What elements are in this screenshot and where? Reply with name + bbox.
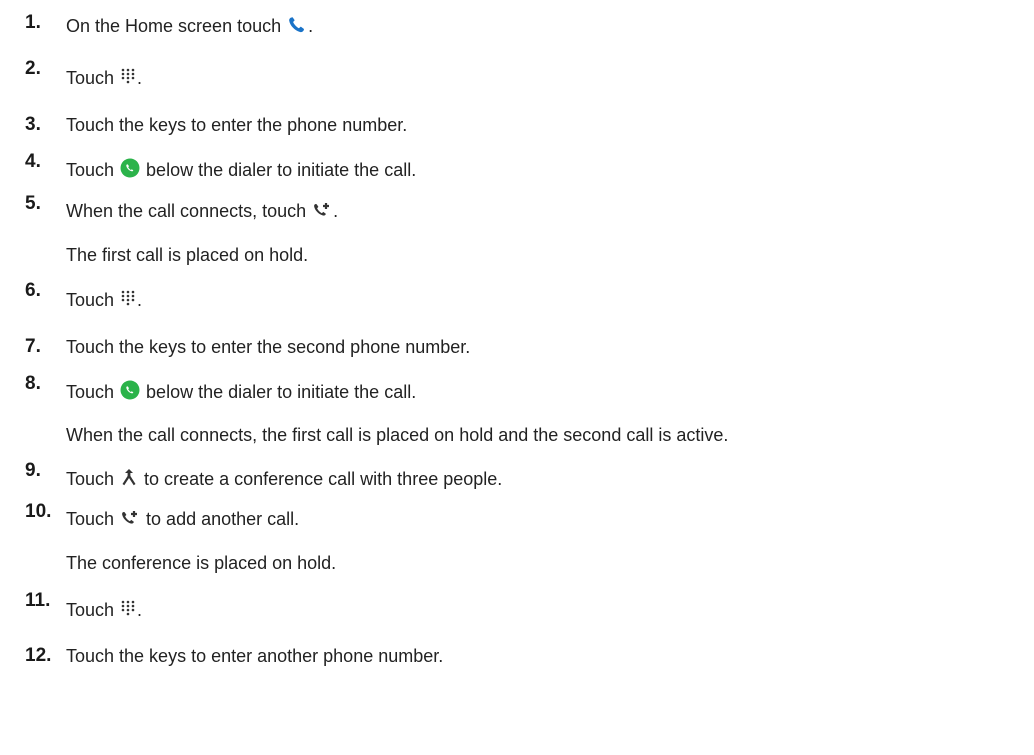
step-number: 10.	[25, 501, 52, 522]
step-text-after: .	[137, 290, 143, 310]
step-text-before: Touch	[66, 160, 120, 180]
step-text-after: below the dialer to initiate the call.	[141, 160, 417, 180]
step-5: 5. When the call connects, touch .	[0, 193, 1034, 233]
step-text-before: On the Home screen touch	[66, 16, 287, 36]
step-text-before: Touch	[66, 382, 120, 402]
step-number: 7.	[25, 336, 41, 357]
step-text: Touch .	[66, 67, 142, 91]
step-7: 7. Touch the keys to enter the second ph…	[0, 336, 1034, 376]
step-number: 8.	[25, 373, 41, 394]
step-9: 9. Touch to create a conference call wit…	[0, 460, 1034, 500]
step-text-after: to create a conference call with three p…	[139, 469, 503, 489]
step-10: 10. Touch to add another call.	[0, 501, 1034, 541]
step-text-after: .	[137, 600, 143, 620]
step-text-after: .	[308, 16, 314, 36]
add-call-icon	[120, 509, 140, 532]
note-text: The first call is placed on hold.	[66, 245, 309, 265]
step-text-before: Touch	[66, 290, 120, 310]
step-text-before: Touch	[66, 68, 120, 88]
step-text: Touch below the dialer to initiate the c…	[66, 158, 416, 183]
green-call-button-icon	[120, 380, 140, 405]
step-text-after: below the dialer to initiate the call.	[141, 382, 417, 402]
green-call-button-icon	[120, 158, 140, 183]
step-text: Touch .	[66, 289, 142, 313]
step-text-before: Touch	[66, 469, 120, 489]
step-text-after: to add another call.	[141, 509, 300, 529]
step-text-before: When the call connects, touch	[66, 201, 312, 221]
step-text: Touch the keys to enter the second phone…	[66, 337, 471, 357]
step-2: 2. Touch .	[0, 58, 1034, 98]
step-11: 11. Touch .	[0, 590, 1034, 630]
step-number: 4.	[25, 151, 41, 172]
step-text: Touch .	[66, 599, 142, 623]
step-text: Touch to create a conference call with t…	[66, 467, 502, 492]
dialpad-icon	[120, 68, 136, 91]
step-text-before: Touch	[66, 600, 120, 620]
step-1: 1. On the Home screen touch .	[0, 12, 1034, 52]
step-4: 4. Touch below the dialer to initiate th…	[0, 151, 1034, 191]
note-3: The conference is placed on hold.	[0, 552, 1034, 592]
step-number: 1.	[25, 12, 41, 33]
add-call-icon	[312, 201, 332, 224]
note-2: When the call connects, the first call i…	[0, 424, 1034, 464]
step-number: 12.	[25, 645, 52, 666]
step-text-before: Touch	[66, 509, 120, 529]
dialpad-icon	[120, 290, 136, 313]
step-3: 3. Touch the keys to enter the phone num…	[0, 114, 1034, 154]
step-8: 8. Touch below the dialer to initiate th…	[0, 373, 1034, 413]
step-text: Touch the keys to enter another phone nu…	[66, 646, 444, 666]
step-number: 11.	[25, 590, 51, 611]
step-number: 5.	[25, 193, 41, 214]
step-number: 6.	[25, 280, 41, 301]
phone-icon	[287, 16, 307, 39]
note-text: When the call connects, the first call i…	[66, 425, 729, 445]
step-text: Touch the keys to enter the phone number…	[66, 115, 408, 135]
step-number: 3.	[25, 114, 41, 135]
step-12: 12. Touch the keys to enter another phon…	[0, 645, 1034, 685]
step-number: 9.	[25, 460, 41, 481]
merge-calls-icon	[120, 467, 138, 492]
step-text-after: .	[137, 68, 143, 88]
step-text: On the Home screen touch .	[66, 15, 313, 39]
step-number: 2.	[25, 58, 41, 79]
step-text: Touch to add another call.	[66, 508, 299, 532]
note-text: The conference is placed on hold.	[66, 553, 337, 573]
step-text-after: .	[333, 201, 339, 221]
note-1: The first call is placed on hold.	[0, 244, 1034, 284]
step-text: Touch below the dialer to initiate the c…	[66, 380, 416, 405]
dialpad-icon	[120, 600, 136, 623]
step-6: 6. Touch .	[0, 280, 1034, 320]
step-text: When the call connects, touch .	[66, 200, 338, 224]
